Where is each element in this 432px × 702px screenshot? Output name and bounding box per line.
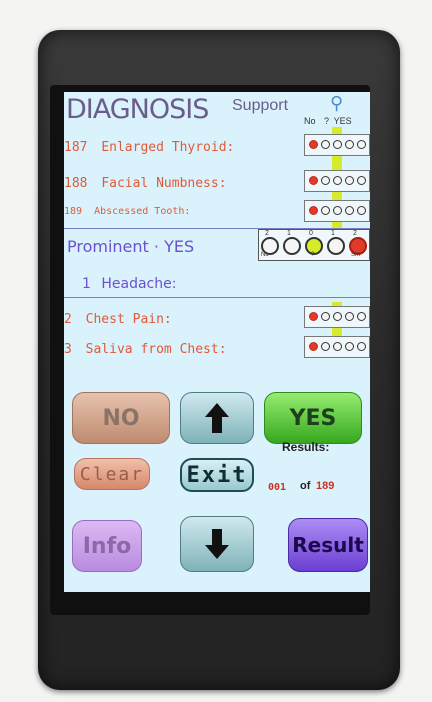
symptom-row[interactable]: 189 Abscessed Tooth: xyxy=(64,206,190,217)
no-column-label: No xyxy=(304,116,316,126)
answer-scale[interactable] xyxy=(304,200,370,222)
prominent-status: Prominent · YES xyxy=(67,237,195,256)
app-title: DIAGNOSIS xyxy=(66,94,209,125)
severity-number: 0 xyxy=(309,230,313,237)
no-button[interactable]: NO xyxy=(72,392,170,444)
severity-low-label: No xyxy=(261,252,269,258)
severity-mid-label: ? xyxy=(311,252,315,258)
scale-dot[interactable] xyxy=(357,342,366,351)
info-button[interactable]: Info xyxy=(72,520,142,572)
scale-dot[interactable] xyxy=(321,140,330,149)
scale-dot[interactable] xyxy=(345,342,354,351)
logo-icon: ⚲ xyxy=(330,93,344,113)
current-symptom: 1 Headache: xyxy=(82,276,176,292)
symptom-row[interactable]: 188 Facial Numbness: xyxy=(64,176,227,191)
scale-dot[interactable] xyxy=(321,342,330,351)
severity-high-label: Sm xyxy=(351,252,360,258)
scale-dot[interactable] xyxy=(345,176,354,185)
divider xyxy=(64,297,370,298)
symptom-label: Chest Pain: xyxy=(85,312,172,327)
answer-scale[interactable] xyxy=(304,134,370,156)
severity-option[interactable] xyxy=(327,237,345,255)
symptom-label: Facial Numbness: xyxy=(101,176,227,191)
symptom-number: 188 xyxy=(64,176,88,191)
scale-dot[interactable] xyxy=(333,342,342,351)
current-symptom-label: Headache: xyxy=(101,276,177,292)
symptom-row[interactable]: 3 Saliva from Chest: xyxy=(64,342,227,357)
scroll-down-button[interactable] xyxy=(180,516,254,572)
scale-dot[interactable] xyxy=(321,176,330,185)
scale-dot[interactable] xyxy=(309,342,318,351)
scale-dot[interactable] xyxy=(321,206,330,215)
scale-dot[interactable] xyxy=(345,140,354,149)
results-of: of xyxy=(300,480,311,492)
yes-column-label: YES xyxy=(333,116,352,126)
answer-scale[interactable] xyxy=(304,336,370,358)
symptom-number: 2 xyxy=(64,312,72,327)
symptom-label: Enlarged Thyroid: xyxy=(101,140,235,155)
scale-dot[interactable] xyxy=(333,140,342,149)
symptom-label: Abscessed Tooth: xyxy=(94,206,191,217)
scale-dot[interactable] xyxy=(345,206,354,215)
answer-scale[interactable] xyxy=(304,306,370,328)
scale-dot[interactable] xyxy=(309,206,318,215)
scroll-up-button[interactable] xyxy=(180,392,254,444)
unknown-column-label: ? xyxy=(324,116,330,126)
scale-dot[interactable] xyxy=(357,312,366,321)
results-current: 001 xyxy=(268,482,287,493)
scale-dot[interactable] xyxy=(309,312,318,321)
app-subtitle: Support xyxy=(232,97,289,114)
symptom-label: Saliva from Chest: xyxy=(85,342,227,357)
symptom-number: 189 xyxy=(64,206,83,217)
scale-dot[interactable] xyxy=(333,312,342,321)
scale-dot[interactable] xyxy=(345,312,354,321)
result-button[interactable]: Result xyxy=(288,518,368,572)
arrow-up-icon xyxy=(205,403,229,433)
results-label: Results: xyxy=(282,440,330,454)
severity-selector[interactable]: 2 1 0 1 2 No ? Sm xyxy=(258,229,370,261)
symptom-number: 3 xyxy=(64,342,72,357)
scale-dot[interactable] xyxy=(309,140,318,149)
scale-dot[interactable] xyxy=(357,206,366,215)
clear-button[interactable]: Clear xyxy=(74,458,150,490)
scale-dot[interactable] xyxy=(357,140,366,149)
results-total: 189 xyxy=(316,480,335,492)
exit-button[interactable]: Exit xyxy=(180,458,254,492)
scale-dot[interactable] xyxy=(357,176,366,185)
severity-number: 2 xyxy=(265,230,269,237)
scale-dot[interactable] xyxy=(333,176,342,185)
severity-option[interactable] xyxy=(283,237,301,255)
column-header: No ? YES xyxy=(304,116,352,126)
symptom-row[interactable]: 187 Enlarged Thyroid: xyxy=(64,140,234,155)
yes-button[interactable]: YES xyxy=(264,392,362,444)
severity-number: 1 xyxy=(287,230,291,237)
scale-dot[interactable] xyxy=(309,176,318,185)
arrow-down-icon xyxy=(205,529,229,559)
scale-dot[interactable] xyxy=(333,206,342,215)
severity-number: 1 xyxy=(331,230,335,237)
current-symptom-number: 1 xyxy=(82,276,91,292)
answer-scale[interactable] xyxy=(304,170,370,192)
symptom-number: 187 xyxy=(64,140,88,155)
severity-number: 2 xyxy=(353,230,357,237)
symptom-row[interactable]: 2 Chest Pain: xyxy=(64,312,172,327)
touch-screen: DIAGNOSIS Support ⚲ No ? YES 187 Enlarge… xyxy=(64,92,370,592)
scale-dot[interactable] xyxy=(321,312,330,321)
